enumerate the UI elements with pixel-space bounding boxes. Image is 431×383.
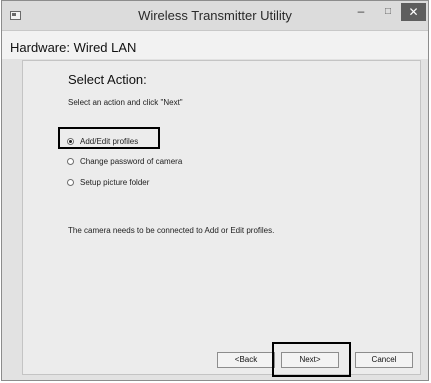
minimize-button[interactable]: – (347, 3, 375, 21)
close-button[interactable]: ✕ (401, 3, 426, 21)
radio-label: Setup picture folder (80, 177, 150, 187)
maximize-button[interactable]: □ (375, 3, 401, 21)
cancel-button[interactable]: Cancel (355, 352, 413, 368)
content-panel: Select Action: Select an action and clic… (22, 60, 421, 377)
app-window: Wireless Transmitter Utility – □ ✕ Hardw… (1, 0, 429, 381)
next-highlight-frame (272, 342, 351, 377)
radio-unselected-icon[interactable] (67, 178, 74, 186)
back-button[interactable]: <Back (217, 352, 275, 368)
page-heading: Select Action: (68, 72, 147, 87)
info-note: The camera needs to be connected to Add … (68, 226, 275, 235)
header-band: Hardware: Wired LAN (2, 31, 428, 59)
radio-change-password[interactable]: Change password of camera (67, 154, 182, 168)
radio-setup-picture-folder[interactable]: Setup picture folder (67, 175, 149, 189)
selection-highlight-frame (58, 127, 160, 149)
title-bar[interactable]: Wireless Transmitter Utility – □ ✕ (2, 1, 428, 31)
hardware-label: Hardware: Wired LAN (10, 40, 137, 55)
radio-label: Change password of camera (80, 156, 183, 166)
radio-unselected-icon[interactable] (67, 157, 74, 165)
instruction-text: Select an action and click "Next" (68, 98, 183, 107)
